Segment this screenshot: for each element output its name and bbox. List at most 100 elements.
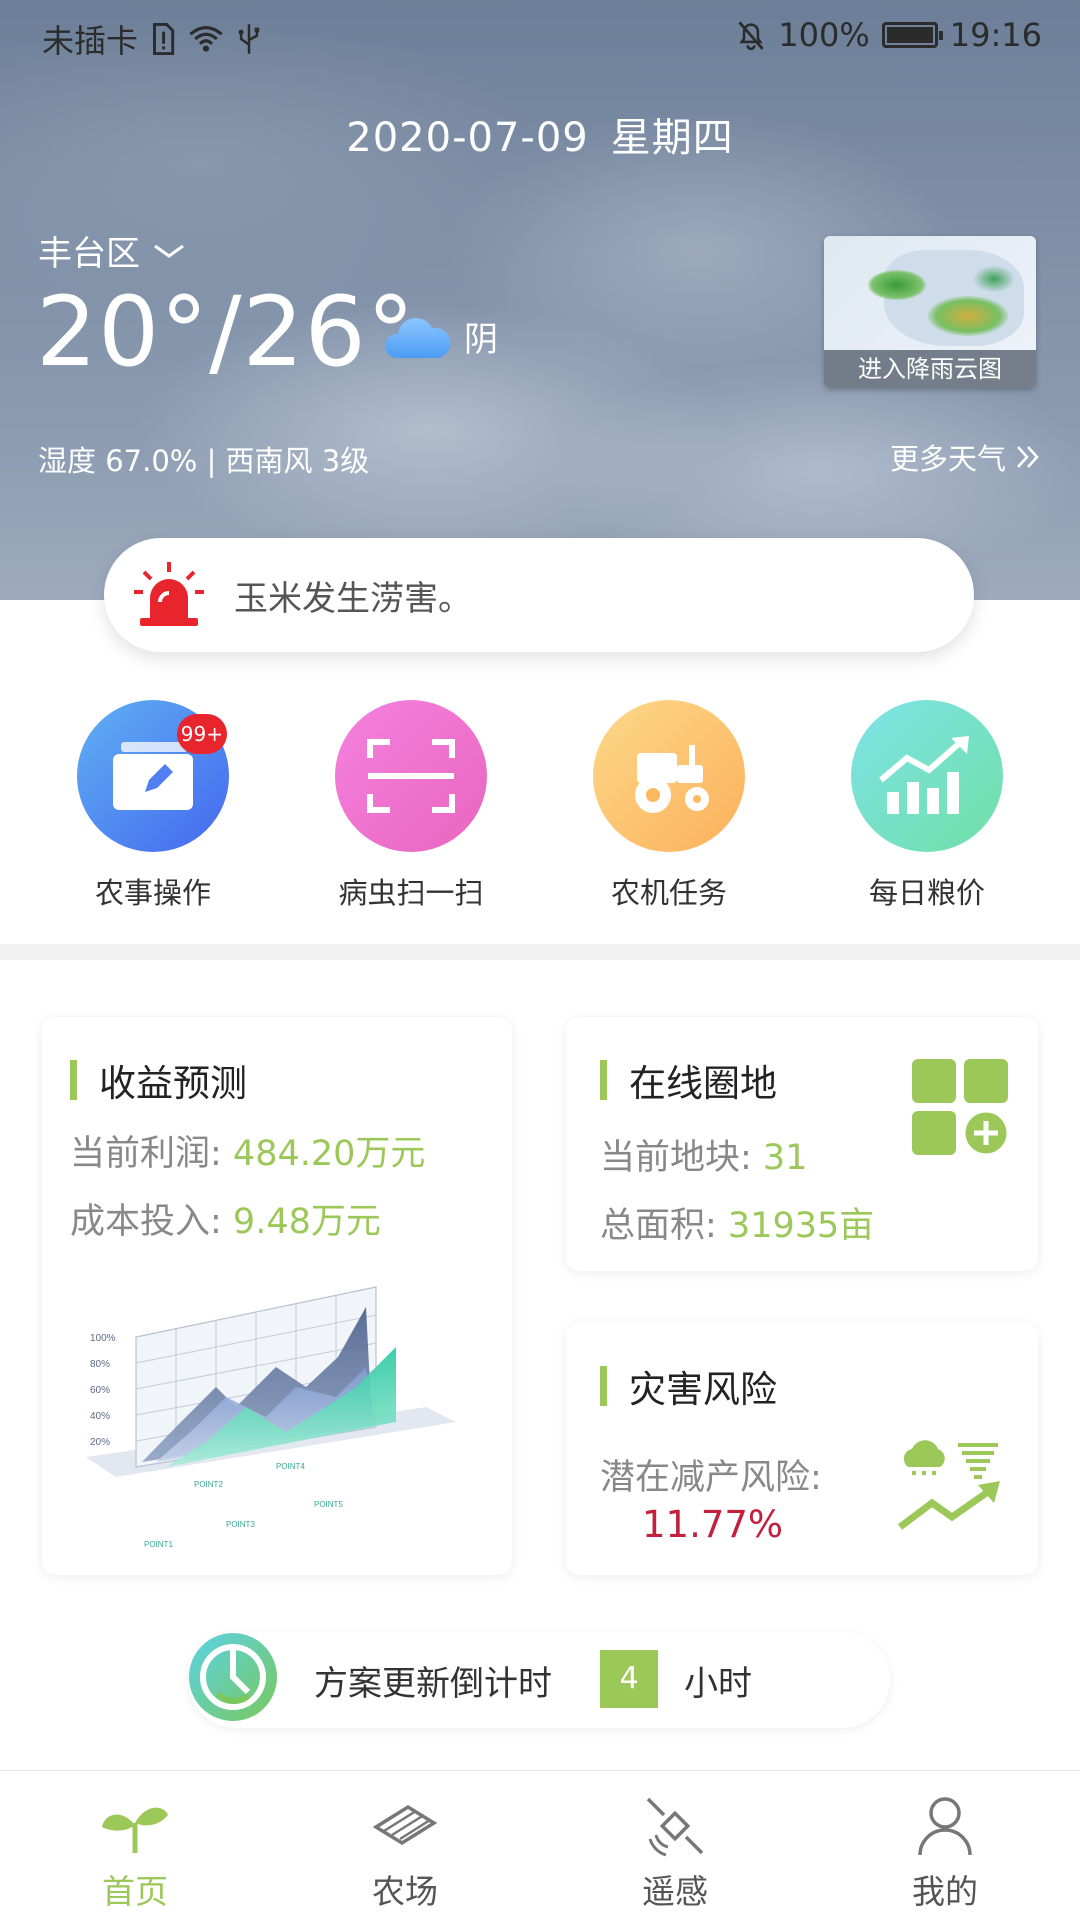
disaster-alert-banner[interactable]: 玉米发生涝害。: [104, 538, 974, 652]
battery-icon: [881, 22, 943, 48]
weather-risk-icon: [897, 1440, 1000, 1530]
mute-bell-icon: [738, 21, 764, 51]
action-label: 每日粮价: [868, 876, 985, 910]
nav-label: 农场: [372, 1872, 438, 1911]
action-daily-grain-price[interactable]: 每日粮价: [817, 700, 1037, 912]
condition-text: 阴: [464, 319, 498, 360]
chart-tick-label: 80%: [90, 1359, 110, 1370]
action-icon-bg: [851, 700, 1003, 852]
carrier-text: 未插卡: [42, 22, 139, 60]
cost-input: 成本投入: 9.48万元: [70, 1193, 381, 1244]
temperature-range: 20°/26°: [36, 276, 416, 388]
plots-label: 当前地块:: [600, 1138, 763, 1178]
nav-home[interactable]: 首页: [0, 1781, 270, 1913]
disaster-risk-card[interactable]: 灾害风险 潜在减产风险: 11.77%: [566, 1323, 1038, 1575]
clock: 19:16: [949, 16, 1042, 54]
date-text: 2020-07-09: [346, 115, 589, 161]
total-area: 总面积: 31935亩: [600, 1197, 874, 1248]
countdown-unit: 小时: [684, 1664, 752, 1704]
plots-value: 31: [762, 1138, 808, 1178]
sprout-icon: [102, 1807, 168, 1853]
scan-icon: [367, 739, 455, 813]
notification-badge: 99+: [176, 714, 227, 754]
refresh-logo-icon: [189, 1633, 277, 1721]
rising-chart-icon: [879, 736, 969, 814]
countdown-text: 方案更新倒计时: [314, 1664, 552, 1704]
action-icon-bg: [593, 700, 745, 852]
bottom-navigation: 首页 农场 遥感 我的: [0, 1770, 1080, 1920]
risk-label: 潜在减产风险:: [600, 1458, 822, 1498]
chart-point-label: POINT2: [194, 1480, 223, 1489]
current-date: 2020-07-09 星期四: [0, 105, 1080, 163]
profit-title: 收益预测: [99, 1062, 247, 1105]
chart-tick-label: 100%: [90, 1333, 116, 1344]
profit-chart-illustration: 100% 80% 60% 40% 20% POINT1 POINT2 POINT…: [86, 1286, 456, 1549]
profit-value: 484.20万元: [232, 1134, 426, 1174]
user-icon: [918, 1797, 972, 1856]
status-bar: 未插卡 100% 19:16: [0, 0, 1080, 74]
nav-label: 我的: [912, 1872, 978, 1911]
humidity-wind: 湿度 67.0% | 西南风 3级: [38, 444, 370, 478]
action-icon-bg: 99+: [77, 700, 229, 852]
wifi-icon: [189, 26, 223, 52]
land-title: 在线圈地: [629, 1062, 777, 1105]
nav-farm[interactable]: 农场: [270, 1781, 540, 1913]
nav-label: 遥感: [642, 1872, 708, 1911]
nav-remote-sensing[interactable]: 遥感: [540, 1781, 810, 1913]
chart-tick-label: 60%: [90, 1385, 110, 1396]
sim-alert-icon: [153, 22, 175, 56]
location-name: 丰台区: [38, 234, 140, 274]
card-title: 收益预测: [70, 1053, 247, 1107]
alert-message: 玉米发生涝害。: [234, 578, 472, 619]
location-selector[interactable]: 丰台区: [38, 226, 186, 275]
nav-profile[interactable]: 我的: [810, 1781, 1080, 1913]
current-profit: 当前利润: 484.20万元: [70, 1125, 425, 1176]
rain-radar-thumbnail[interactable]: 进入降雨云图: [824, 236, 1036, 388]
weather-header: 未插卡 100% 19:16 2020-07-09 星期四 丰台区 20°/26…: [0, 0, 1080, 600]
nav-label: 首页: [102, 1872, 168, 1911]
satellite-icon: [646, 1797, 704, 1857]
chart-point-label: POINT4: [276, 1462, 305, 1471]
chart-point-label: POINT3: [226, 1520, 255, 1529]
field-icon: [372, 1804, 438, 1846]
countdown-hours: 4: [600, 1650, 658, 1708]
more-weather-label: 更多天气: [889, 442, 1006, 476]
cost-label: 成本投入:: [70, 1202, 233, 1242]
action-label: 农事操作: [94, 876, 211, 910]
action-pest-scan[interactable]: 病虫扫一扫: [301, 700, 521, 912]
chevron-down-icon: [154, 244, 184, 258]
action-machinery-task[interactable]: 农机任务: [559, 700, 779, 912]
online-land-card[interactable]: 在线圈地 当前地块: 31 总面积: 31935亩: [566, 1017, 1038, 1271]
current-plots: 当前地块: 31: [600, 1129, 807, 1180]
disaster-title: 灾害风险: [629, 1368, 777, 1411]
area-value: 31935亩: [727, 1206, 875, 1246]
battery-percent: 100%: [778, 16, 870, 54]
card-title: 在线圈地: [600, 1053, 777, 1107]
cost-value: 9.48万元: [232, 1202, 381, 1242]
usb-icon: [238, 24, 260, 54]
risk-value: 11.77%: [642, 1503, 784, 1546]
section-divider: [0, 944, 1080, 960]
more-weather-link[interactable]: 更多天气: [890, 436, 1042, 478]
weekday-text: 星期四: [610, 115, 734, 161]
weather-condition: 阴: [382, 308, 498, 364]
profit-forecast-card[interactable]: 收益预测 当前利润: 484.20万元 成本投入: 9.48万元 100% 80…: [42, 1017, 512, 1575]
cloud-icon: [384, 318, 451, 358]
plan-update-countdown: 方案更新倒计时 4 小时: [188, 1632, 890, 1728]
chart-tick-label: 40%: [90, 1411, 110, 1422]
profit-label: 当前利润:: [70, 1134, 233, 1174]
action-label: 农机任务: [610, 876, 727, 910]
action-label: 病虫扫一扫: [338, 876, 484, 910]
grid-add-icon: [912, 1059, 1010, 1157]
double-chevron-right-icon: [1017, 446, 1039, 468]
action-icon-bg: [335, 700, 487, 852]
chart-tick-label: 20%: [90, 1437, 110, 1448]
radar-caption: 进入降雨云图: [824, 350, 1036, 388]
tractor-icon: [635, 745, 709, 813]
area-label: 总面积:: [600, 1206, 728, 1246]
chart-point-label: POINT5: [314, 1500, 343, 1509]
quick-actions: 99+ 农事操作 病虫扫一扫 农机任务 每日粮价: [0, 700, 1080, 940]
action-farm-operation[interactable]: 99+ 农事操作: [43, 700, 263, 912]
siren-icon: [134, 562, 204, 626]
chart-point-label: POINT1: [144, 1540, 173, 1549]
